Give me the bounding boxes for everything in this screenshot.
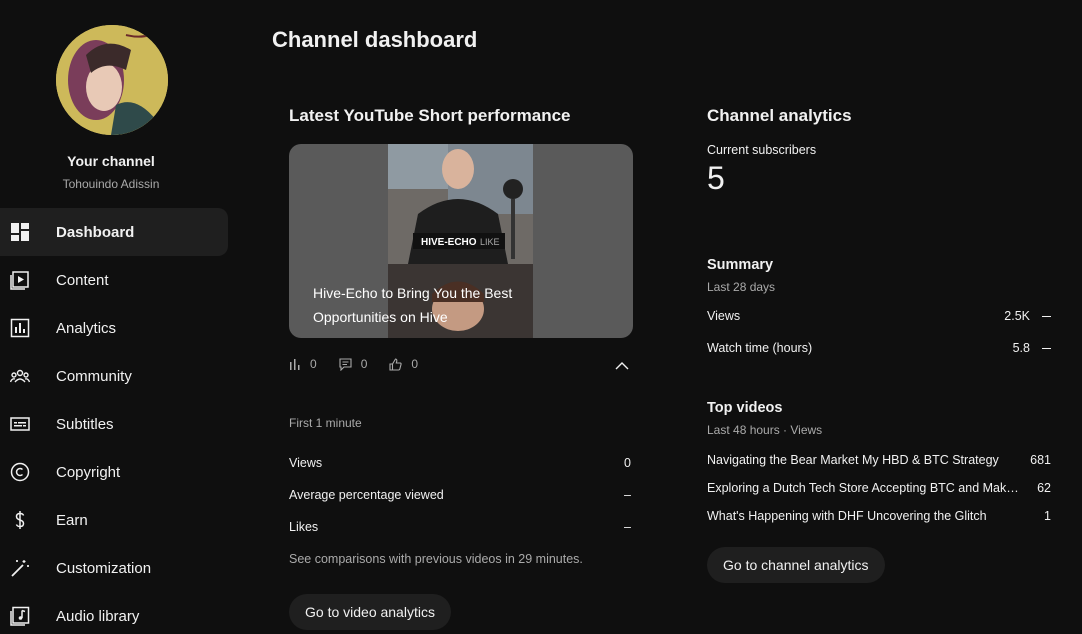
sidebar-item-earn[interactable]: Earn [0, 496, 228, 544]
metric-value: – [624, 520, 631, 534]
short-stats-row: 0 0 0 [289, 357, 440, 371]
metric-row-views: Views 0 [289, 456, 631, 470]
top-videos-period: Last 48 hours · Views [707, 423, 823, 437]
subscribers-count: 5 [707, 160, 725, 196]
metric-label: Average percentage viewed [289, 488, 444, 502]
metric-label: Likes [289, 520, 319, 534]
sidebar-item-label: Content [56, 271, 109, 289]
sidebar-item-label: Audio library [56, 607, 140, 625]
thumbnail-banner-text: HIVE-ECHO [421, 237, 477, 248]
trend-dash-icon [1042, 348, 1051, 350]
sidebar-item-label: Customization [56, 559, 152, 577]
audio-library-icon [10, 606, 30, 626]
analytics-icon [10, 318, 30, 338]
channel-name: Your channel [67, 153, 155, 169]
sidebar-item-subtitles[interactable]: Subtitles [0, 400, 228, 448]
page-title: Channel dashboard [272, 27, 478, 52]
sidebar-item-label: Community [56, 367, 132, 385]
sidebar-item-community[interactable]: Community [0, 352, 228, 400]
sidebar-item-label: Copyright [56, 463, 121, 481]
metric-label: Views [289, 456, 323, 470]
trend-dash-icon [1042, 316, 1051, 318]
top-video-row[interactable]: What's Happening with DHF Uncovering the… [707, 509, 1051, 523]
comments-stat: 0 [339, 357, 368, 371]
likes-count: 0 [411, 357, 419, 371]
metric-value-group: 2.5K [1004, 309, 1051, 323]
bar-chart-icon [290, 359, 300, 370]
metric-row-likes: Likes – [289, 520, 631, 534]
analytics-section-title: Channel analytics [707, 106, 852, 125]
sidebar-nav: Dashboard Content Analytics Community Su… [0, 208, 228, 634]
metric-value: 2.5K [1004, 309, 1030, 323]
top-video-views: 62 [1037, 481, 1051, 495]
subtitles-icon [10, 414, 30, 434]
summary-row-views: Views 2.5K [707, 309, 1051, 323]
likes-stat: 0 [389, 357, 418, 371]
content-icon [10, 270, 30, 290]
sidebar-item-content[interactable]: Content [0, 256, 228, 304]
top-video-title: Exploring a Dutch Tech Store Accepting B… [707, 481, 1019, 495]
metric-label: Views [707, 309, 741, 323]
thumbnail-banner-suffix: LIKE [480, 237, 500, 247]
summary-period: Last 28 days [707, 280, 776, 294]
short-section-title: Latest YouTube Short performance [289, 106, 571, 125]
views-stat: 0 [289, 357, 317, 371]
metric-row-avg-percentage: Average percentage viewed – [289, 488, 631, 502]
comments-count: 0 [360, 357, 368, 371]
copyright-icon [10, 462, 30, 482]
views-count: 0 [310, 357, 317, 371]
chevron-up-icon[interactable] [614, 359, 630, 373]
sidebar-item-customization[interactable]: Customization [0, 544, 228, 592]
top-video-views: 681 [1030, 453, 1051, 467]
top-videos-title: Top videos [707, 400, 783, 416]
sidebar-item-dashboard[interactable]: Dashboard [0, 208, 228, 256]
metric-value: 0 [624, 456, 631, 470]
sidebar-item-analytics[interactable]: Analytics [0, 304, 228, 352]
summary-row-watch-time: Watch time (hours) 5.8 [707, 341, 1051, 355]
metric-value: – [624, 488, 631, 502]
magic-wand-icon [10, 558, 30, 578]
go-to-channel-analytics-button[interactable]: Go to channel analytics [707, 547, 885, 583]
comparison-note: See comparisons with previous videos in … [289, 552, 583, 566]
top-video-title: Navigating the Bear Market My HBD & BTC … [707, 453, 999, 467]
top-video-views: 1 [1044, 509, 1051, 523]
dashboard-icon [10, 222, 30, 242]
dollar-icon [10, 510, 30, 530]
channel-handle: Tohouindo Adissin [62, 177, 160, 191]
short-thumbnail-card[interactable]: HIVE-ECHO LIKE Hive-Echo to Bring You th… [289, 144, 633, 338]
metric-value-group: 5.8 [1013, 341, 1051, 355]
sidebar: Your channel Tohouindo Adissin Dashboard… [0, 0, 238, 634]
top-video-row[interactable]: Navigating the Bear Market My HBD & BTC … [707, 453, 1051, 467]
channel-avatar[interactable] [56, 25, 168, 135]
sidebar-item-label: Dashboard [56, 223, 135, 241]
short-period-label: First 1 minute [289, 416, 362, 430]
subscribers-label: Current subscribers [707, 143, 817, 157]
community-icon [10, 366, 30, 386]
metric-value: 5.8 [1012, 341, 1030, 355]
sidebar-item-label: Earn [56, 511, 88, 529]
summary-title: Summary [707, 257, 774, 273]
sidebar-item-label: Analytics [56, 319, 117, 337]
thumbs-up-icon [389, 357, 403, 371]
top-video-row[interactable]: Exploring a Dutch Tech Store Accepting B… [707, 481, 1051, 495]
sidebar-item-label: Subtitles [56, 415, 114, 433]
short-video-title: Hive-Echo to Bring You the Best Opportun… [313, 285, 513, 325]
comment-icon [339, 357, 352, 371]
metric-label: Watch time (hours) [707, 341, 813, 355]
sidebar-item-audio-library[interactable]: Audio library [0, 592, 228, 634]
top-video-title: What's Happening with DHF Uncovering the… [707, 509, 987, 523]
sidebar-item-copyright[interactable]: Copyright [0, 448, 228, 496]
go-to-video-analytics-button[interactable]: Go to video analytics [289, 594, 451, 630]
